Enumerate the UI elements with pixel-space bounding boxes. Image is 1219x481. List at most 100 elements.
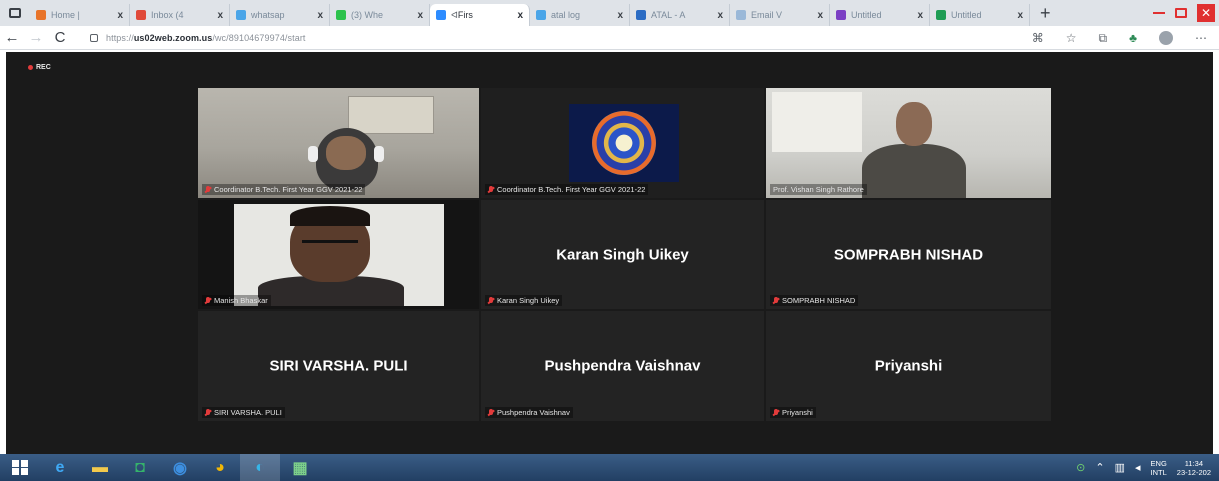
reload-button[interactable]: C <box>48 29 72 46</box>
url-field[interactable]: https://us02web.zoom.us/wc/89104679974/s… <box>106 33 306 43</box>
tab-close-button[interactable]: x <box>917 10 923 21</box>
browser-tab[interactable]: Untitled x <box>830 4 930 26</box>
input-language[interactable]: ENG INTL <box>1151 459 1167 477</box>
favorite-star-icon[interactable]: ☆ <box>1066 31 1077 45</box>
url-prefix: https:// <box>106 32 134 43</box>
participant-name-label: Coordinator B.Tech. First Year GGV 2021-… <box>485 184 649 195</box>
clock[interactable]: 11:34 23-12-202 <box>1177 459 1211 477</box>
tab-label: Home | <box>51 10 80 20</box>
participant-name-label: Priyanshi <box>770 407 816 418</box>
tab-close-button[interactable]: x <box>617 10 623 21</box>
participant-tile[interactable]: Prof. Vishan Singh Rathore <box>766 88 1051 198</box>
show-hidden-icons-button[interactable]: ⌃ <box>1095 461 1104 474</box>
gallery-view: Coordinator B.Tech. First Year GGV 2021-… <box>198 88 1051 421</box>
university-logo <box>569 104 679 182</box>
tab-label: Untitled <box>851 10 882 20</box>
help-icon[interactable]: ⊙ <box>1076 461 1085 474</box>
file-explorer-icon: ▬ <box>92 458 108 476</box>
participant-tile[interactable]: Pushpendra Vaishnav Pushpendra Vaishnav <box>481 311 764 421</box>
internet-explorer-icon: e <box>55 458 65 476</box>
participant-tile[interactable]: Coordinator B.Tech. First Year GGV 2021-… <box>481 88 764 198</box>
participant-name-label: Karan Singh Uikey <box>485 295 563 306</box>
participant-tile[interactable]: SIRI VARSHA. PULI SIRI VARSHA. PULI <box>198 311 479 421</box>
back-button[interactable]: ← <box>0 29 24 46</box>
taskbar-app-button[interactable]: ◉ <box>160 454 200 481</box>
participant-name: Karan Singh Uikey <box>497 296 560 305</box>
tab-close-button[interactable]: x <box>117 10 123 21</box>
tab-actions-button[interactable] <box>0 0 30 26</box>
new-tab-button[interactable]: + <box>1040 3 1051 24</box>
collections-icon[interactable]: ⧉ <box>1099 31 1108 46</box>
photos-icon: ◉ <box>173 459 187 477</box>
tab-favicon-icon <box>236 10 246 20</box>
browser-tab[interactable]: atal log x <box>530 4 630 26</box>
close-window-button[interactable]: ✕ <box>1197 4 1215 22</box>
window-controls: ✕ <box>1153 0 1215 26</box>
muted-mic-icon <box>488 185 494 194</box>
more-menu-icon[interactable]: ⋯ <box>1195 31 1207 45</box>
speaker-icon[interactable]: ◂ <box>1135 461 1141 474</box>
browser-tab[interactable]: ATAL - A x <box>630 4 730 26</box>
participant-tile[interactable]: Karan Singh Uikey Karan Singh Uikey <box>481 200 764 309</box>
windows-logo-icon <box>12 459 28 476</box>
address-bar-icons: ⌘ ☆ ⧉ ♣ ⋯ <box>1032 26 1207 50</box>
muted-mic-icon <box>205 185 211 194</box>
muted-mic-icon <box>205 408 211 417</box>
participant-name-label: Prof. Vishan Singh Rathore <box>770 184 867 195</box>
participant-name-label: Manish Bhaskar <box>202 295 271 306</box>
tab-close-button[interactable]: x <box>717 10 723 21</box>
taskbar-app-button[interactable]: e <box>40 454 80 481</box>
tab-favicon-icon <box>736 10 746 20</box>
browser-tab[interactable]: whatsap x <box>230 4 330 26</box>
tab-close-button[interactable]: x <box>817 10 823 21</box>
participant-display-name: Priyanshi <box>874 357 943 375</box>
language-code: ENG <box>1150 458 1167 468</box>
tab-favicon-icon <box>436 10 446 20</box>
taskbar-app-button[interactable]: ◐ <box>240 454 280 481</box>
tab-close-button[interactable]: x <box>217 10 223 21</box>
close-icon: ✕ <box>1200 6 1212 20</box>
browser-tab[interactable]: (3) Whe x <box>330 4 430 26</box>
tab-label: (3) Whe <box>351 10 384 20</box>
tab-audio-icon: ᐊ <box>451 9 458 20</box>
muted-mic-icon <box>773 408 779 417</box>
browser-tab[interactable]: Untitled x <box>930 4 1030 26</box>
taskbar: e ▬ ◘ ◉ ◕ ◐ ▦ ⊙ ⌃ ▥ ◂ ENG INTL 11:34 23-12-202 <box>0 454 1219 481</box>
read-aloud-icon[interactable]: ⌘ <box>1032 31 1044 45</box>
maximize-button[interactable] <box>1175 8 1187 18</box>
tab-label: Firs <box>457 10 473 20</box>
tab-close-button[interactable]: x <box>417 10 423 21</box>
browser-tab[interactable]: ᐊ Firs x <box>430 4 530 26</box>
participant-name: SIRI VARSHA. PULI <box>214 408 282 417</box>
tab-close-button[interactable]: x <box>1017 10 1023 21</box>
network-icon[interactable]: ▥ <box>1115 461 1125 474</box>
browser-tab[interactable]: Email V x <box>730 4 830 26</box>
tab-close-button[interactable]: x <box>517 10 523 21</box>
tab-label: atal log <box>551 10 581 20</box>
chrome-icon: ◕ <box>215 458 225 476</box>
forward-button[interactable]: → <box>24 29 48 46</box>
taskbar-app-button[interactable]: ▦ <box>280 454 320 481</box>
extension-icon[interactable]: ♣ <box>1129 31 1137 45</box>
browser-tab[interactable]: Inbox (4 x <box>130 4 230 26</box>
tab-favicon-icon <box>836 10 846 20</box>
tab-close-button[interactable]: x <box>317 10 323 21</box>
participant-name: Coordinator B.Tech. First Year GGV 2021-… <box>214 185 363 194</box>
participant-tile[interactable]: Coordinator B.Tech. First Year GGV 2021-… <box>198 88 479 198</box>
participant-name: Pushpendra Vaishnav <box>497 408 570 417</box>
profile-avatar[interactable] <box>1159 31 1173 45</box>
start-button[interactable] <box>0 459 40 476</box>
taskbar-app-button[interactable]: ◕ <box>200 454 240 481</box>
taskbar-app-button[interactable]: ▬ <box>80 454 120 481</box>
system-tray: ⊙ ⌃ ▥ ◂ ENG INTL 11:34 23-12-202 <box>1076 454 1211 481</box>
tab-label: whatsap <box>251 10 285 20</box>
participant-name-label: Pushpendra Vaishnav <box>485 407 573 418</box>
participant-video <box>198 200 479 309</box>
participant-tile[interactable]: SOMPRABH NISHAD SOMPRABH NISHAD <box>766 200 1051 309</box>
taskbar-app-button[interactable]: ◘ <box>120 454 160 481</box>
participant-tile[interactable]: Manish Bhaskar <box>198 200 479 309</box>
edge-icon: ◐ <box>255 458 265 476</box>
participant-tile[interactable]: Priyanshi Priyanshi <box>766 311 1051 421</box>
browser-tab[interactable]: Home | x <box>30 4 130 26</box>
minimize-button[interactable] <box>1153 12 1165 14</box>
